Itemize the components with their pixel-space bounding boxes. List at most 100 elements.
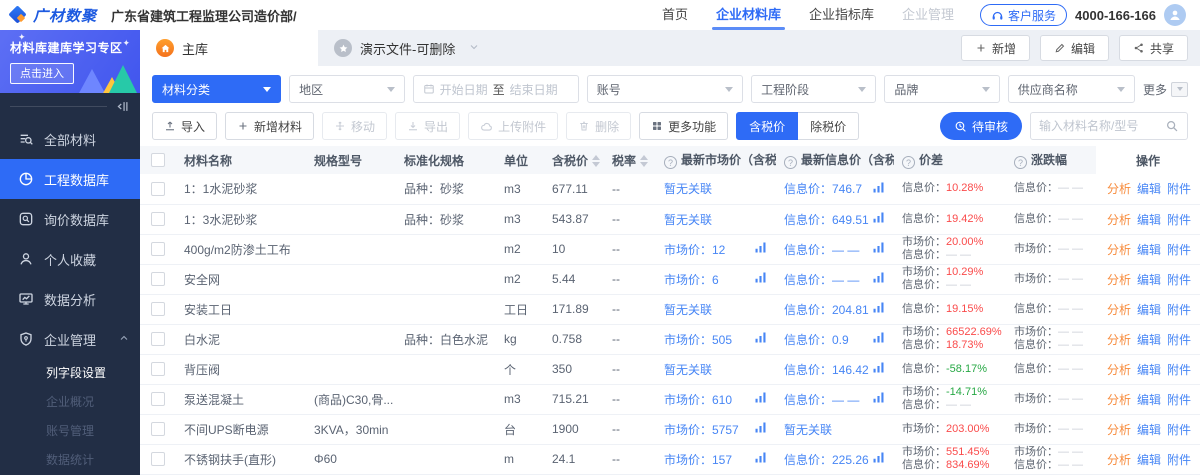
price-trend-chart-icon[interactable] — [753, 450, 768, 468]
attachment-link[interactable]: 附件 — [1167, 453, 1191, 467]
price-trend-chart-icon[interactable] — [753, 420, 768, 438]
edit-link[interactable]: 编辑 — [1137, 453, 1161, 467]
help-icon[interactable]: ? — [784, 156, 797, 169]
region-select[interactable]: 地区 — [289, 75, 404, 103]
without-tax-toggle[interactable]: 除税价 — [798, 112, 859, 140]
nav-item-企业管理[interactable]: 企业管理 — [902, 0, 954, 30]
edit-link[interactable]: 编辑 — [1137, 213, 1161, 227]
attachment-link[interactable]: 附件 — [1167, 273, 1191, 287]
edit-library-button[interactable]: 编辑 — [1040, 35, 1109, 61]
price-trend-chart-icon[interactable] — [871, 360, 886, 378]
user-avatar[interactable] — [1164, 4, 1186, 26]
sort-icon[interactable] — [592, 155, 600, 167]
edit-link[interactable]: 编辑 — [1137, 333, 1161, 347]
price-trend-chart-icon[interactable] — [871, 330, 886, 348]
attachment-link[interactable]: 附件 — [1167, 393, 1191, 407]
add-material-button[interactable]: 新增材料 — [225, 112, 314, 140]
nav-item-首页[interactable]: 首页 — [662, 0, 688, 30]
edit-link[interactable]: 编辑 — [1137, 363, 1161, 377]
attachment-link[interactable]: 附件 — [1167, 333, 1191, 347]
row-checkbox[interactable] — [151, 452, 165, 466]
tab-main-library[interactable]: 主库 — [140, 30, 318, 66]
edit-link[interactable]: 编辑 — [1137, 393, 1161, 407]
export-button[interactable]: 导出 — [395, 112, 460, 140]
price-trend-chart-icon[interactable] — [871, 180, 886, 198]
price-trend-chart-icon[interactable] — [753, 330, 768, 348]
help-icon[interactable]: ? — [664, 156, 677, 169]
price-trend-chart-icon[interactable] — [753, 270, 768, 288]
search-icon[interactable] — [1165, 119, 1179, 133]
attachment-link[interactable]: 附件 — [1167, 423, 1191, 437]
price-trend-chart-icon[interactable] — [871, 270, 886, 288]
row-checkbox[interactable] — [151, 422, 165, 436]
project-stage-select[interactable]: 工程阶段 — [751, 75, 876, 103]
row-checkbox[interactable] — [151, 392, 165, 406]
supplier-select[interactable]: 供应商名称 — [1008, 75, 1135, 103]
add-library-button[interactable]: 新增 — [961, 35, 1030, 61]
date-range-picker[interactable]: 开始日期 至 结束日期 — [413, 75, 579, 103]
sidebar-item-工程数据库[interactable]: 工程数据库 — [0, 159, 140, 199]
sidebar-item-数据分析[interactable]: 数据分析 — [0, 279, 140, 319]
help-icon[interactable]: ? — [902, 156, 915, 169]
brand-select[interactable]: 品牌 — [884, 75, 999, 103]
sidebar-item-询价数据库[interactable]: 询价数据库 — [0, 199, 140, 239]
row-checkbox[interactable] — [151, 212, 165, 226]
tab-demo-file[interactable]: 演示文件-可删除 — [318, 30, 496, 66]
upload-attachment-button[interactable]: 上传附件 — [468, 112, 558, 140]
edit-link[interactable]: 编辑 — [1137, 423, 1161, 437]
sidebar-item-个人收藏[interactable]: 个人收藏 — [0, 239, 140, 279]
row-checkbox[interactable] — [151, 362, 165, 376]
row-checkbox[interactable] — [151, 302, 165, 316]
analyze-link[interactable]: 分析 — [1107, 273, 1131, 287]
edit-link[interactable]: 编辑 — [1137, 273, 1161, 287]
edit-link[interactable]: 编辑 — [1137, 182, 1161, 196]
attachment-link[interactable]: 附件 — [1167, 182, 1191, 196]
price-trend-chart-icon[interactable] — [871, 450, 886, 468]
import-button[interactable]: 导入 — [152, 112, 217, 140]
with-tax-toggle[interactable]: 含税价 — [736, 112, 798, 140]
analyze-link[interactable]: 分析 — [1107, 243, 1131, 257]
collapse-sidebar-icon[interactable] — [115, 99, 130, 114]
analyze-link[interactable]: 分析 — [1107, 393, 1131, 407]
help-icon[interactable]: ? — [1014, 156, 1027, 169]
attachment-link[interactable]: 附件 — [1167, 363, 1191, 377]
customer-service-button[interactable]: 客户服务 — [980, 4, 1067, 26]
analyze-link[interactable]: 分析 — [1107, 423, 1131, 437]
select-all-checkbox[interactable] — [151, 153, 165, 167]
sort-icon[interactable] — [640, 155, 648, 167]
sidebar-subitem-列字段设置[interactable]: 列字段设置 — [0, 359, 140, 388]
sidebar-subitem-账号管理[interactable]: 账号管理 — [0, 417, 140, 446]
price-trend-chart-icon[interactable] — [753, 240, 768, 258]
material-search-input[interactable] — [1039, 119, 1159, 133]
attachment-link[interactable]: 附件 — [1167, 213, 1191, 227]
price-trend-chart-icon[interactable] — [871, 300, 886, 318]
edit-link[interactable]: 编辑 — [1137, 303, 1161, 317]
row-checkbox[interactable] — [151, 332, 165, 346]
material-category-select[interactable]: 材料分类 — [152, 75, 281, 103]
sidebar-subitem-企业概况[interactable]: 企业概况 — [0, 388, 140, 417]
account-select[interactable]: 账号 — [587, 75, 743, 103]
delete-button[interactable]: 删除 — [566, 112, 631, 140]
nav-item-企业材料库[interactable]: 企业材料库 — [716, 0, 781, 30]
analyze-link[interactable]: 分析 — [1107, 303, 1131, 317]
share-library-button[interactable]: 共享 — [1119, 35, 1188, 61]
price-trend-chart-icon[interactable] — [871, 210, 886, 228]
pending-audit-button[interactable]: 待审核 — [940, 112, 1022, 140]
sidebar-subitem-数据统计[interactable]: 数据统计 — [0, 446, 140, 475]
attachment-link[interactable]: 附件 — [1167, 303, 1191, 317]
analyze-link[interactable]: 分析 — [1107, 333, 1131, 347]
analyze-link[interactable]: 分析 — [1107, 182, 1131, 196]
analyze-link[interactable]: 分析 — [1107, 213, 1131, 227]
chevron-down-icon[interactable] — [468, 41, 480, 56]
price-trend-chart-icon[interactable] — [753, 390, 768, 408]
more-filters-button[interactable]: 更多 — [1143, 81, 1188, 98]
price-trend-chart-icon[interactable] — [871, 240, 886, 258]
move-button[interactable]: 移动 — [322, 112, 387, 140]
analyze-link[interactable]: 分析 — [1107, 363, 1131, 377]
banner-enter-button[interactable]: 点击进入 — [10, 63, 74, 84]
nav-item-企业指标库[interactable]: 企业指标库 — [809, 0, 874, 30]
sidebar-item-企业管理[interactable]: 企业管理 — [0, 319, 140, 359]
row-checkbox[interactable] — [151, 182, 165, 196]
price-trend-chart-icon[interactable] — [871, 390, 886, 408]
analyze-link[interactable]: 分析 — [1107, 453, 1131, 467]
